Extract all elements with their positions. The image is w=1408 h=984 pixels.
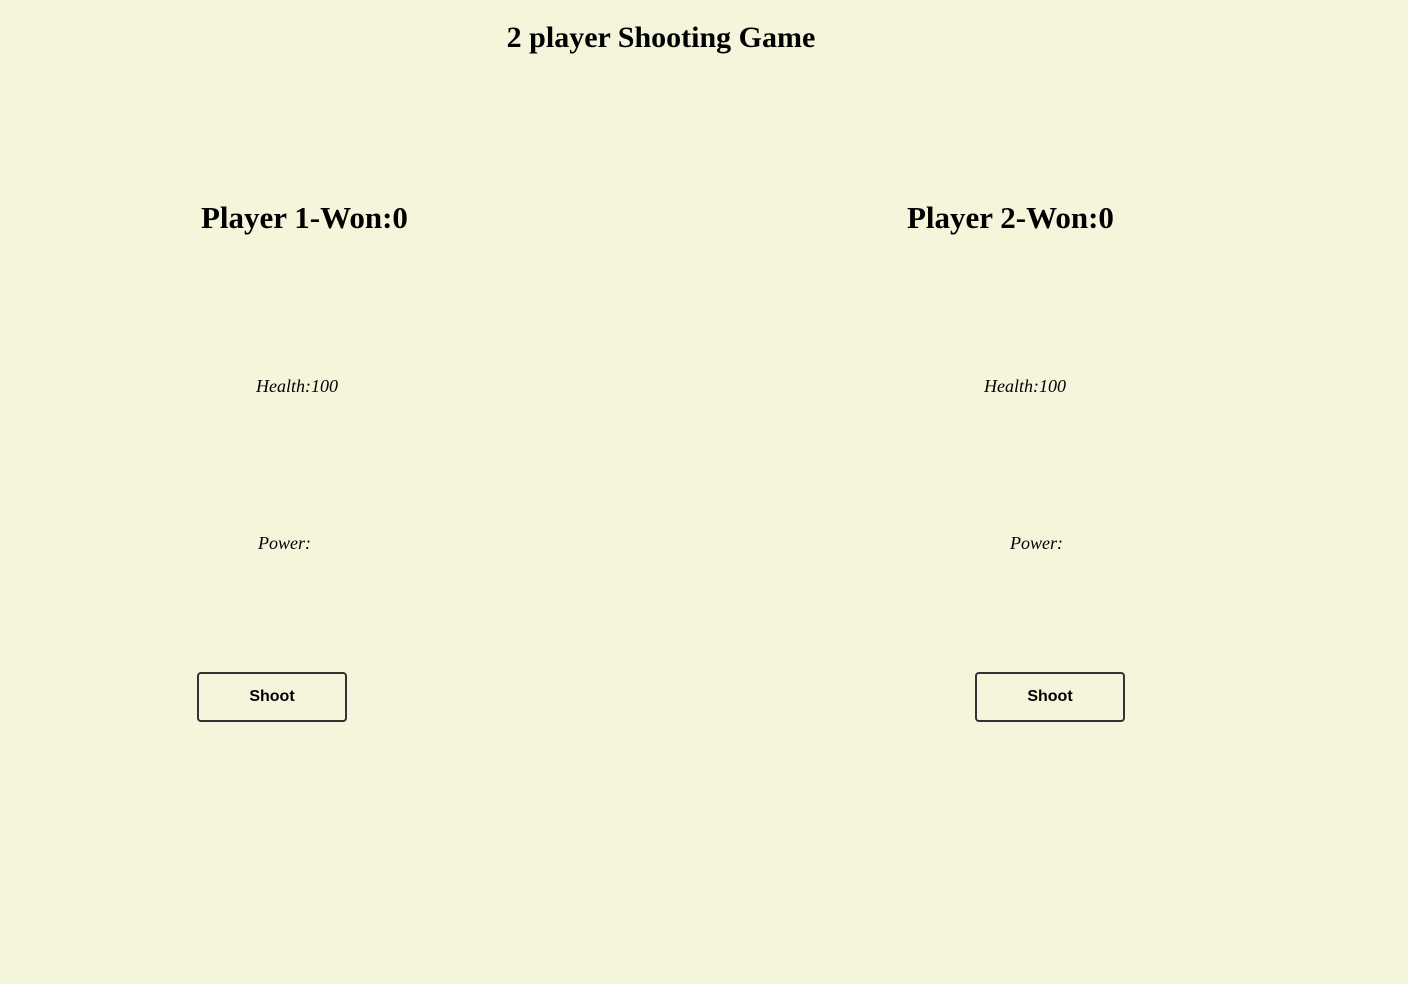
player-1-power: Power: — [258, 533, 311, 553]
player-1-health: Health:100 — [256, 376, 338, 396]
player-2-health: Health:100 — [984, 376, 1066, 396]
player-1-score-heading: Player 1-Won:0 — [201, 200, 408, 235]
player-2-power: Power: — [1010, 533, 1063, 553]
player-1-shoot-button[interactable]: Shoot — [197, 672, 347, 722]
player-2-shoot-button[interactable]: Shoot — [975, 672, 1125, 722]
player-2-score-heading: Player 2-Won:0 — [907, 200, 1114, 235]
page-title: 2 player Shooting Game — [506, 21, 816, 54]
